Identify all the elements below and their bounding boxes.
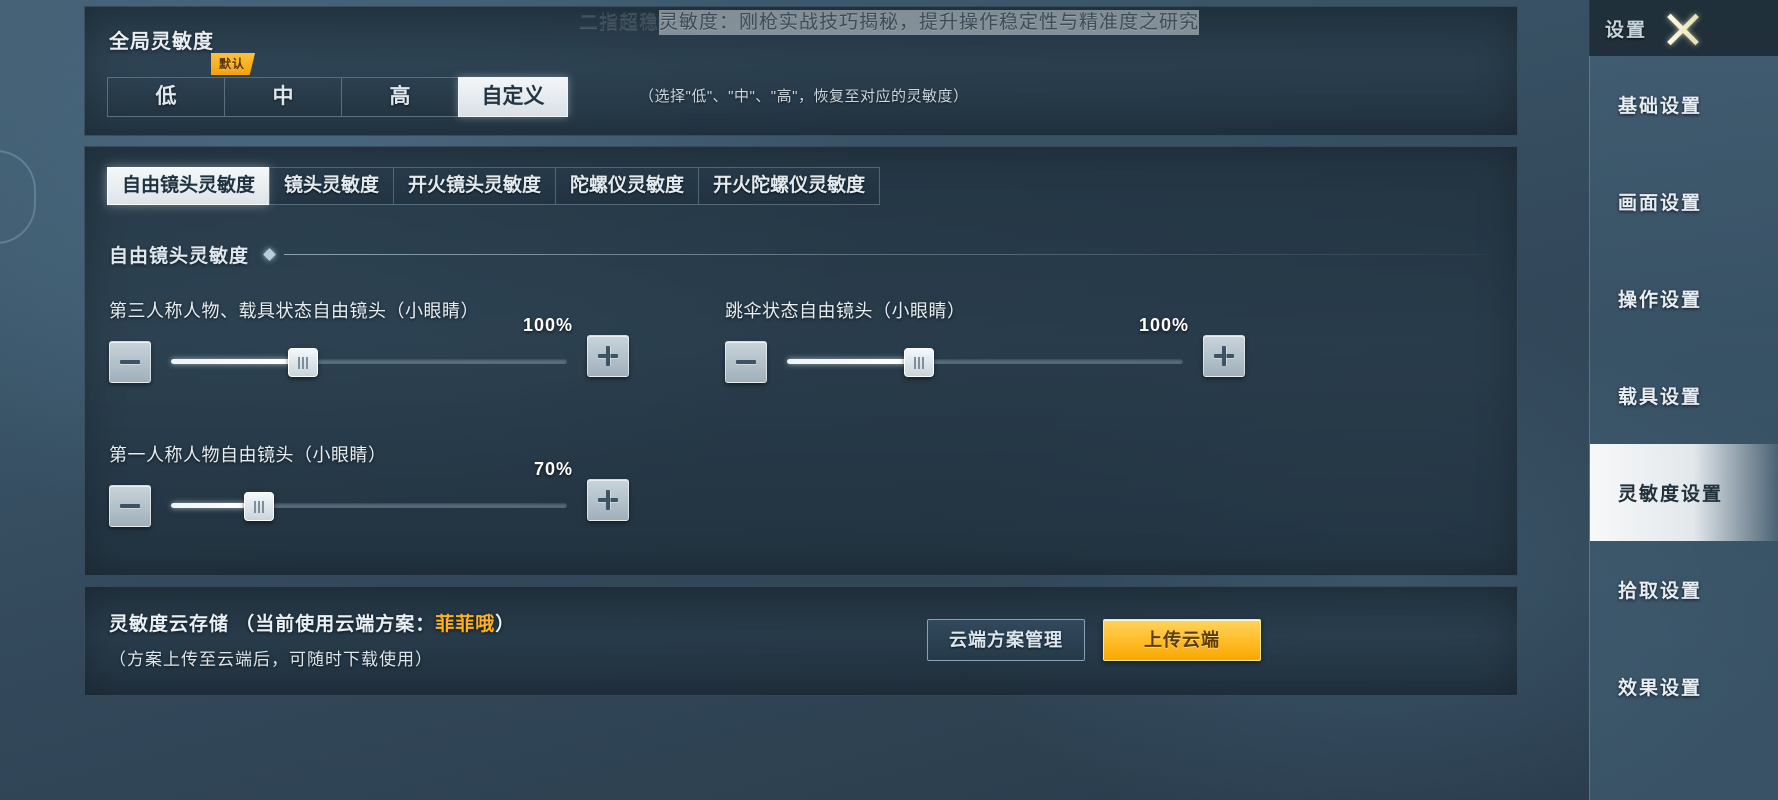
minus-icon	[120, 504, 140, 508]
group-header-label: 自由镜头灵敏度	[109, 246, 250, 267]
header-divider	[284, 254, 1489, 255]
slider-fill-parachute	[787, 359, 918, 364]
slider-knob-parachute[interactable]	[903, 348, 934, 377]
slider-row-parachute: 跳伞状态自由镜头（小眼睛） 100%	[725, 297, 1245, 387]
slider-value-third-person: 100%	[522, 315, 573, 335]
slider-row-first-person: 第一人称人物自由镜头（小眼睛） 70%	[109, 441, 629, 531]
slider-knob-third-person[interactable]	[287, 348, 318, 377]
decrease-button-third-person[interactable]	[109, 341, 151, 383]
sidebar-item-vehicle-settings[interactable]: 载具设置	[1590, 347, 1778, 444]
increase-button-third-person[interactable]	[587, 335, 629, 377]
group-header: 自由镜头灵敏度	[109, 241, 1489, 268]
tab-free-camera-sensitivity[interactable]: 自由镜头灵敏度	[107, 167, 270, 205]
sidebar-item-display-settings[interactable]: 画面设置	[1590, 153, 1778, 250]
slider-track-third-person[interactable]	[171, 348, 567, 377]
decrease-button-parachute[interactable]	[725, 341, 767, 383]
global-sensitivity-title: 全局灵敏度	[109, 31, 214, 53]
sidebar-item-sensitivity-settings[interactable]: 灵敏度设置	[1590, 444, 1778, 541]
slider-track-parachute[interactable]	[787, 348, 1183, 377]
global-sensitivity-segmented-control[interactable]: 低 中 高 自定义	[107, 77, 568, 117]
cloud-title-suffix: ）	[495, 614, 516, 635]
slider-control-third-person[interactable]: 100%	[109, 315, 629, 387]
increase-button-parachute[interactable]	[1203, 335, 1245, 377]
tab-fire-camera-sensitivity[interactable]: 开火镜头灵敏度	[393, 167, 556, 205]
sidebar-title: 设置	[1605, 19, 1648, 41]
cloud-storage-title: 灵敏度云存储 （当前使用云端方案：菲菲哦）	[109, 609, 515, 636]
cloud-storage-panel: 灵敏度云存储 （当前使用云端方案：菲菲哦） （方案上传至云端后，可随时下载使用）…	[84, 586, 1518, 696]
sidebar-item-pickup-settings[interactable]: 拾取设置	[1590, 541, 1778, 638]
cloud-plan-name: 菲菲哦	[435, 614, 496, 635]
segment-low[interactable]: 低	[107, 77, 224, 117]
slider-control-parachute[interactable]: 100%	[725, 315, 1245, 387]
sidebar-item-effect-settings[interactable]: 效果设置	[1590, 638, 1778, 735]
diamond-icon	[263, 248, 276, 261]
sidebar-header: 设置	[1589, 0, 1778, 56]
slider-fill-third-person	[171, 359, 302, 364]
segment-medium[interactable]: 中	[224, 77, 341, 117]
segment-custom[interactable]: 自定义	[458, 77, 568, 117]
game-settings-screen: 二指超稳灵敏度：刚枪实战技巧揭秘，提升操作稳定性与精准度之研究 全局灵敏度 默认…	[0, 0, 1778, 800]
decorative-arc	[0, 150, 36, 244]
global-sensitivity-panel: 全局灵敏度 默认 低 中 高 自定义 （选择"低"、"中"、"高"，恢复至对应的…	[84, 6, 1518, 136]
upload-to-cloud-button[interactable]: 上传云端	[1103, 619, 1261, 661]
cloud-storage-subtitle: （方案上传至云端后，可随时下载使用）	[109, 650, 433, 669]
slider-knob-first-person[interactable]	[244, 492, 275, 521]
slider-row-third-person: 第三人称人物、载具状态自由镜头（小眼睛） 100%	[109, 297, 629, 387]
close-icon[interactable]	[1661, 8, 1705, 48]
tab-camera-sensitivity[interactable]: 镜头灵敏度	[269, 167, 394, 205]
slider-value-parachute: 100%	[1138, 315, 1189, 335]
sensitivity-tabs[interactable]: 自由镜头灵敏度 镜头灵敏度 开火镜头灵敏度 陀螺仪灵敏度 开火陀螺仪灵敏度	[107, 167, 881, 205]
tab-fire-gyroscope-sensitivity[interactable]: 开火陀螺仪灵敏度	[698, 167, 881, 205]
increase-button-first-person[interactable]	[587, 479, 629, 521]
slider-control-first-person[interactable]: 70%	[109, 459, 629, 531]
sensitivity-detail-panel: 自由镜头灵敏度 镜头灵敏度 开火镜头灵敏度 陀螺仪灵敏度 开火陀螺仪灵敏度 自由…	[84, 146, 1518, 576]
plus-icon-vertical	[606, 346, 610, 366]
sidebar-item-basic-settings[interactable]: 基础设置	[1590, 56, 1778, 153]
global-sensitivity-hint: （选择"低"、"中"、"高"，恢复至对应的灵敏度）	[639, 88, 969, 105]
minus-icon	[120, 360, 140, 364]
tab-gyroscope-sensitivity[interactable]: 陀螺仪灵敏度	[555, 167, 699, 205]
minus-icon	[736, 360, 756, 364]
slider-value-first-person: 70%	[533, 459, 573, 479]
sidebar-item-control-settings[interactable]: 操作设置	[1590, 250, 1778, 347]
default-badge: 默认	[211, 53, 256, 75]
cloud-plan-manage-button[interactable]: 云端方案管理	[927, 619, 1085, 661]
cloud-title-prefix: 灵敏度云存储 （当前使用云端方案：	[109, 614, 436, 635]
segment-high[interactable]: 高	[341, 77, 458, 117]
slider-track-first-person[interactable]	[171, 492, 567, 521]
plus-icon-vertical	[606, 490, 610, 510]
settings-sidebar: 设置 基础设置 画面设置 操作设置 载具设置 灵敏度设置 拾取设置 效果设置	[1589, 0, 1778, 800]
decrease-button-first-person[interactable]	[109, 485, 151, 527]
plus-icon-vertical	[1222, 346, 1226, 366]
